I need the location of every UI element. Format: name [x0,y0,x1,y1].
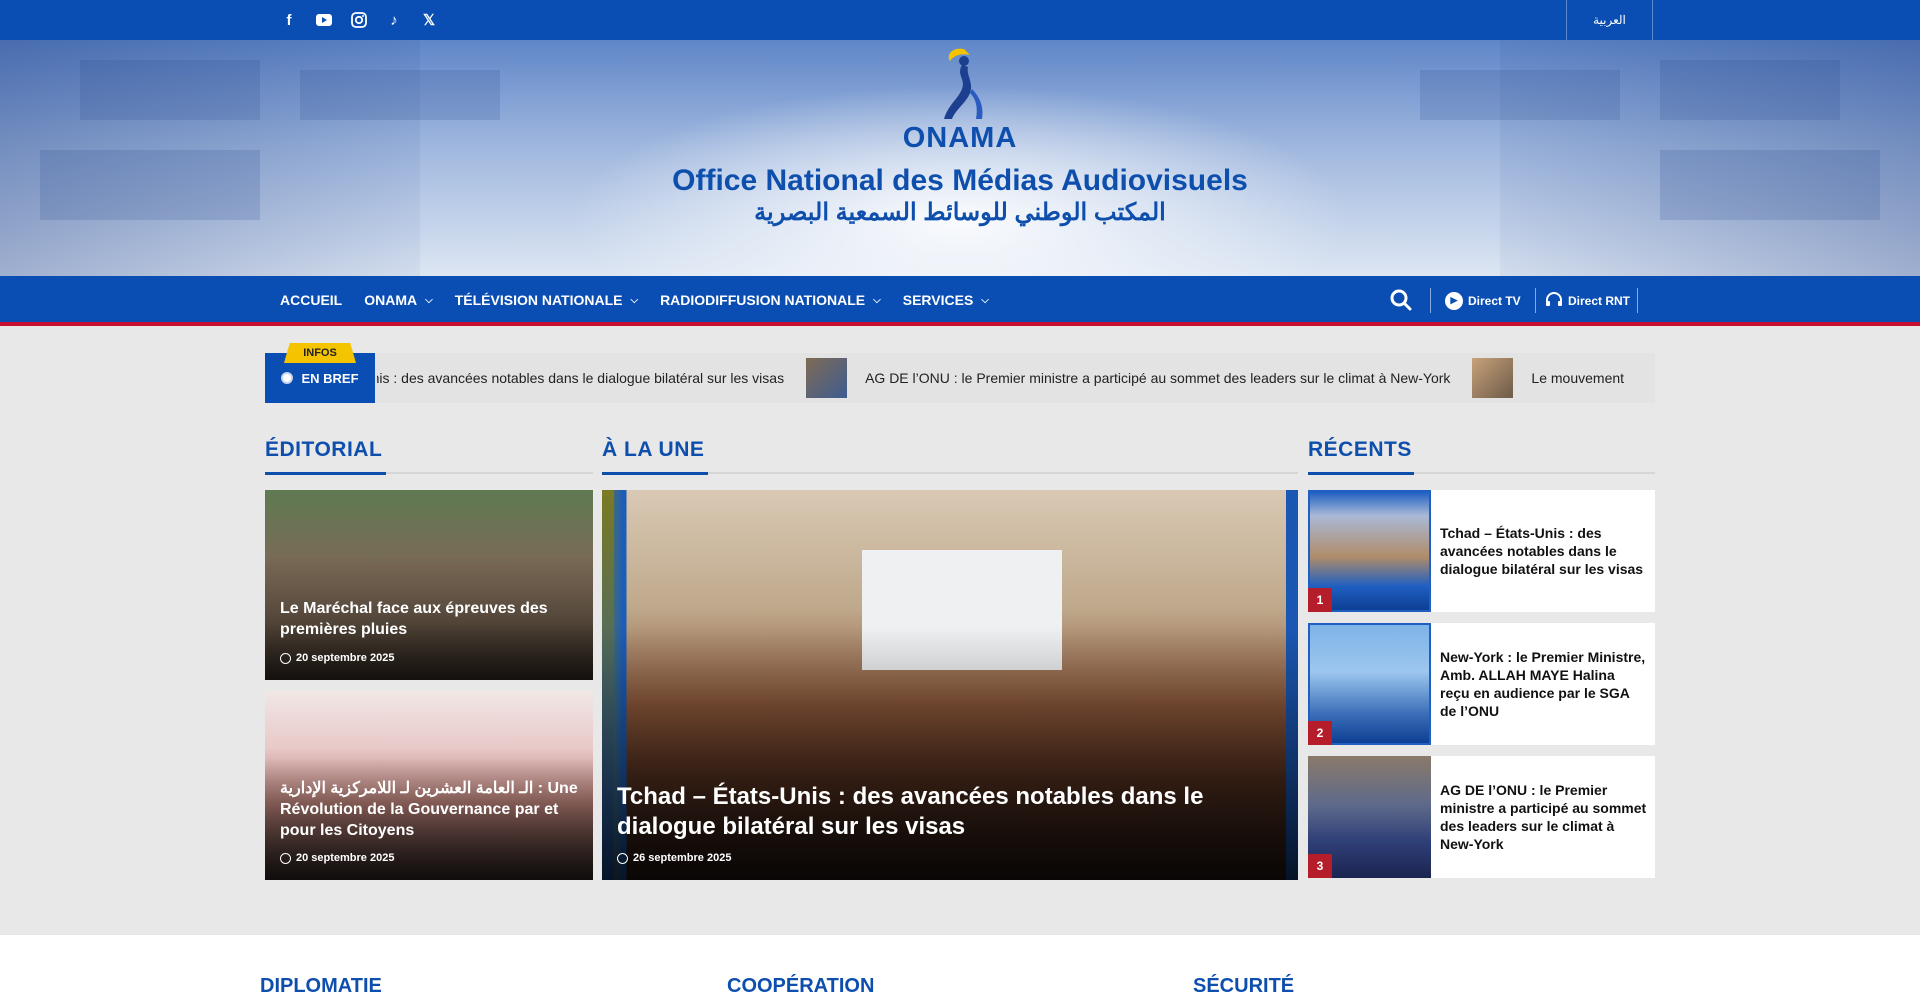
recent-rank: 3 [1308,854,1332,878]
ticker-thumbnail [806,358,848,398]
live-dot-icon [281,372,294,384]
main-nav: ACCUEIL ONAMA ⌵ TÉLÉVISION NATIONALE ⌵ RAD… [0,276,1920,326]
nav-item-radiodiffusion[interactable]: RADIODIFFUSION NATIONALE ⌵ [660,292,881,308]
section-underline [602,472,1298,475]
section-title-a-la-une: À LA UNE [602,438,705,461]
x-icon[interactable]: 𝕏 [420,11,438,29]
editorial-card[interactable]: Le Maréchal face aux épreuves des premiè… [265,490,593,680]
onama-crane-logo[interactable] [922,45,998,125]
section-title-recents: RÉCENTS [1308,438,1412,461]
direct-rnt-button[interactable]: Direct RNT [1545,288,1630,313]
recent-item[interactable]: 2 New-York : le Premier Ministre, Amb. A… [1308,623,1655,745]
recent-rank: 2 [1308,721,1332,745]
recent-item[interactable]: 1 Tchad – États-Unis : des avancées nota… [1308,490,1655,612]
ticker-item[interactable]: Tchad – États-Unis : des avancées notabl… [377,370,784,386]
instagram-icon[interactable] [350,11,368,29]
nav-divider [1637,288,1638,313]
ticker-item[interactable]: Le mouvement [1472,358,1624,398]
clock-icon [280,652,291,664]
section-title-cooperation: COOPÉRATION [727,975,875,993]
chevron-down-icon: ⌵ [630,294,639,306]
language-switch[interactable]: العربية [1566,0,1653,40]
social-links: f ♪ 𝕏 [280,0,438,40]
recent-title[interactable]: Tchad – États-Unis : des avancées notabl… [1440,490,1647,612]
nav-item-services[interactable]: SERVICES ⌵ [903,292,989,308]
chevron-down-icon: ⌵ [981,294,989,306]
top-bar: f ♪ 𝕏 العربية [0,0,1920,40]
facebook-icon[interactable]: f [280,11,298,29]
section-title-editorial: ÉDITORIAL [265,438,383,461]
clock-icon [617,852,628,864]
nav-item-onama[interactable]: ONAMA ⌵ [364,292,432,308]
ticker-item[interactable]: AG DE l’ONU : le Premier ministre a part… [806,358,1450,398]
youtube-icon[interactable] [315,11,333,29]
news-ticker: EN BREF Tchad – États-Unis : des avancée… [265,353,1655,403]
infos-badge: INFOS [284,343,356,363]
nav-divider [1430,288,1431,313]
featured-date: 26 septembre 2025 [617,852,731,864]
editorial-card[interactable]: الـ العامة العشرين لـ اللامركزية الإداري… [265,690,593,880]
ticker-thumbnail [1472,358,1514,398]
search-icon[interactable] [1389,288,1413,312]
editorial-card-date: 20 septembre 2025 [280,852,394,864]
direct-tv-button[interactable]: ▶ Direct TV [1445,288,1521,313]
chevron-down-icon: ⌵ [425,294,433,306]
site-title: Office National des Médias Audiovisuels [672,164,1248,197]
recent-title[interactable]: New-York : le Premier Ministre, Amb. ALL… [1440,623,1647,745]
ticker-track: Tchad – États-Unis : des avancées notabl… [377,353,1655,403]
section-title-securite: SÉCURITÉ [1193,975,1295,993]
clock-icon [280,852,291,864]
editorial-card-title[interactable]: الـ العامة العشرين لـ اللامركزية الإداري… [280,778,580,841]
featured-title[interactable]: Tchad – États-Unis : des avancées notabl… [617,782,1277,842]
recent-rank: 1 [1308,588,1332,612]
nav-divider [1535,288,1536,313]
recent-item[interactable]: 3 AG DE l’ONU : le Premier ministre a pa… [1308,756,1655,878]
chevron-down-icon: ⌵ [873,294,881,306]
section-title-diplomatie: DIPLOMATIE [260,975,382,993]
featured-card[interactable]: Tchad – États-Unis : des avancées notabl… [602,490,1298,880]
nav-item-accueil[interactable]: ACCUEIL [280,292,342,308]
lower-sections: DIPLOMATIE COOPÉRATION SÉCURITÉ [0,935,1920,993]
tiktok-icon[interactable]: ♪ [385,11,403,29]
editorial-card-date: 20 septembre 2025 [280,652,394,664]
recent-title[interactable]: AG DE l’ONU : le Premier ministre a part… [1440,756,1647,878]
editorial-card-title[interactable]: Le Maréchal face aux épreuves des premiè… [280,598,580,640]
section-underline [265,472,593,475]
play-icon: ▶ [1445,291,1463,310]
brand-name: ONAMA [902,122,1018,154]
headphones-icon [1545,291,1563,310]
site-title-arabic: المكتب الوطني للوسائط السمعية البصرية [754,199,1166,226]
nav-menu: ACCUEIL ONAMA ⌵ TÉLÉVISION NATIONALE ⌵ RAD… [280,276,989,324]
nav-item-television[interactable]: TÉLÉVISION NATIONALE ⌵ [455,292,638,308]
section-underline [1308,472,1655,475]
